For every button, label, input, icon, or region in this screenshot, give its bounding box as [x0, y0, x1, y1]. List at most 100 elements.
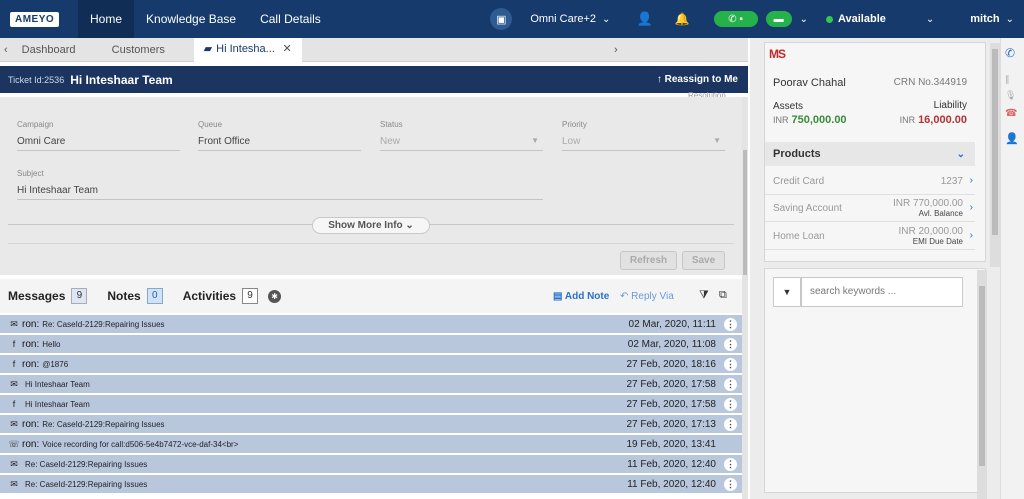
tab-scroll-left-icon[interactable]: ‹	[0, 44, 12, 56]
add-note-button[interactable]: ▤ Add Note	[553, 291, 609, 302]
top-right-controls: ▣ Omni Care+2 ⌄ 👤 🔔 ✆ ▪ ▬ ⌄ Available ⌄ …	[490, 0, 1024, 38]
priority-select[interactable]: Low ▼	[562, 136, 725, 151]
subject-field[interactable]: Subject Hi Inteshaar Team	[17, 169, 543, 200]
filter-icon[interactable]: ⧩	[699, 289, 709, 302]
list-item[interactable]: f Hi Inteshaar Team 27 Feb, 2020, 17:58 …	[0, 395, 742, 414]
chevron-right-icon[interactable]: ›	[970, 202, 973, 213]
notes-count: 0	[146, 288, 163, 304]
message-date: 27 Feb, 2020, 17:58	[626, 398, 716, 410]
omni-channel-icon[interactable]: ▣	[490, 8, 513, 30]
campaign-field[interactable]: Campaign Omni Care	[17, 120, 180, 151]
caret-down-icon: ▼	[713, 136, 721, 145]
list-item[interactable]: f ron: Hello 02 Mar, 2020, 11:08 ⋮	[0, 335, 742, 354]
product-name: Home Loan	[773, 231, 825, 242]
ticket-title: Hi Inteshaar Team	[70, 72, 173, 87]
mute-icon[interactable]: 🎙	[1005, 90, 1016, 101]
user-menu[interactable]: mitch	[970, 13, 999, 25]
user-add-icon[interactable]: 👤	[636, 11, 652, 27]
tab-dashboard[interactable]: Dashboard	[12, 38, 102, 62]
call-chat-toggle[interactable]: ✆ ▪	[713, 11, 758, 27]
search-filter-dropdown[interactable]: ▼	[773, 277, 801, 307]
messages-header: Messages 9 Notes 0 Activities 9 ✱ ▤ Add …	[0, 279, 742, 313]
scrollbar-thumb[interactable]	[743, 150, 747, 275]
list-item[interactable]: ✉ ron: Re: CaseId-2129:Repairing Issues …	[0, 315, 742, 334]
refresh-button[interactable]: Refresh	[620, 251, 677, 270]
chevron-down-icon[interactable]: ⌄	[602, 14, 610, 25]
tab-ticket[interactable]: ▰ Hi Intesha... ✕	[193, 37, 302, 62]
transfer-icon[interactable]: 👤	[1005, 132, 1019, 145]
message-list: ✉ ron: Re: CaseId-2129:Repairing Issues …	[0, 315, 742, 499]
campaign-value: Omni Care	[17, 136, 180, 151]
chevron-right-icon[interactable]: ›	[970, 230, 973, 241]
info-icon[interactable]: ✱	[268, 289, 282, 303]
search-input[interactable]: search keywords ...	[801, 277, 963, 307]
message-subject: Re: CaseId-2129:Repairing Issues	[25, 459, 148, 469]
reply-via-button[interactable]: ↶ Reply Via	[620, 291, 674, 302]
list-item[interactable]: ✉ Re: CaseId-2129:Repairing Issues 11 Fe…	[0, 475, 742, 494]
queue-label: Queue	[198, 120, 223, 129]
list-item[interactable]: ✉ ron: Re: CaseId-2129:Repairing Issues …	[0, 415, 742, 434]
products-header[interactable]: Products ⌄	[765, 142, 975, 166]
nav-home[interactable]: Home	[78, 0, 135, 38]
message-subject: Hello	[42, 339, 61, 349]
liability-value: INR 16,000.00	[900, 114, 967, 126]
more-options-icon[interactable]: ⋮	[724, 457, 737, 471]
chevron-down-icon[interactable]: ⌄	[926, 14, 934, 25]
hangup-icon[interactable]: ☎	[1005, 108, 1017, 119]
messages-tab[interactable]: Messages	[8, 289, 65, 303]
message-date: 11 Feb, 2020, 12:40	[627, 478, 716, 490]
list-item[interactable]: ✉ Hi Inteshaar Team 27 Feb, 2020, 17:58 …	[0, 375, 742, 394]
product-item[interactable]: Home Loan INR 20,000.00 EMI Due Date ›	[765, 224, 975, 250]
crn-number: CRN No.344919	[893, 77, 967, 88]
popout-icon[interactable]: ⧉	[719, 289, 727, 302]
nav-knowledge-base[interactable]: Knowledge Base	[134, 0, 248, 38]
email-icon: ✉	[10, 318, 18, 329]
notes-tab[interactable]: Notes	[107, 289, 140, 303]
campaign-selector[interactable]: Omni Care+2	[530, 13, 596, 25]
list-item[interactable]: ✉ Re: CaseId-2129:Repairing Issues 11 Fe…	[0, 455, 742, 474]
pause-icon[interactable]: ∥	[1005, 74, 1010, 85]
message-from: ron:	[22, 358, 40, 370]
more-options-icon[interactable]: ⋮	[724, 477, 737, 491]
activities-tab[interactable]: Activities	[183, 289, 236, 303]
close-icon[interactable]: ✕	[282, 42, 291, 55]
chevron-right-icon[interactable]: ›	[970, 175, 973, 186]
priority-field[interactable]: Priority Low ▼	[562, 120, 725, 151]
chat-toggle[interactable]: ▬	[765, 11, 792, 27]
more-options-icon[interactable]: ⋮	[724, 337, 737, 351]
more-options-icon[interactable]: ⋮	[724, 397, 737, 411]
message-subject: @1876	[42, 359, 69, 369]
agent-status[interactable]: Available	[838, 13, 886, 25]
email-icon: ✉	[10, 418, 18, 429]
phone-icon[interactable]: ✆	[1005, 46, 1015, 60]
chevron-down-icon[interactable]: ⌄	[1006, 14, 1014, 25]
chevron-down-icon[interactable]: ⌄	[957, 149, 965, 160]
list-item[interactable]: ☏ ron: Voice recording for call:d506-5e4…	[0, 435, 742, 454]
more-options-icon[interactable]: ⋮	[724, 377, 737, 391]
more-options-icon[interactable]: ⋮	[724, 317, 737, 331]
status-label: Status	[380, 120, 403, 129]
product-item[interactable]: Saving Account INR 770,000.00 Avl. Balanc…	[765, 196, 975, 222]
tab-customers[interactable]: Customers	[102, 38, 194, 62]
scrollbar-thumb[interactable]	[979, 286, 985, 466]
bell-icon[interactable]: 🔔	[675, 12, 690, 26]
list-item[interactable]: f ron: @1876 27 Feb, 2020, 18:16 ⋮	[0, 355, 742, 374]
status-select[interactable]: New ▼	[380, 136, 543, 151]
more-options-icon[interactable]: ⋮	[724, 417, 737, 431]
tab-scroll-right-icon[interactable]: ›	[614, 44, 618, 56]
product-sub: EMI Due Date	[912, 237, 963, 246]
product-item[interactable]: Credit Card 1237 ›	[765, 169, 975, 195]
message-subject: Hi Inteshaar Team	[25, 379, 90, 389]
reassign-button[interactable]: ↑ Reassign to Me	[657, 74, 738, 85]
queue-field[interactable]: Queue Front Office	[198, 120, 361, 151]
nav-call-details[interactable]: Call Details	[248, 0, 333, 38]
messages-count: 9	[71, 288, 88, 304]
show-more-info-button[interactable]: Show More Info ⌄	[312, 217, 430, 234]
scrollbar-thumb[interactable]	[992, 49, 998, 235]
save-button[interactable]: Save	[682, 251, 725, 270]
status-field[interactable]: Status New ▼	[380, 120, 543, 151]
message-subject: Re: CaseId-2129:Repairing Issues	[42, 319, 165, 329]
reply-via-label: Reply Via	[631, 291, 674, 302]
chevron-down-icon[interactable]: ⌄	[800, 14, 808, 25]
more-options-icon[interactable]: ⋮	[724, 357, 737, 371]
